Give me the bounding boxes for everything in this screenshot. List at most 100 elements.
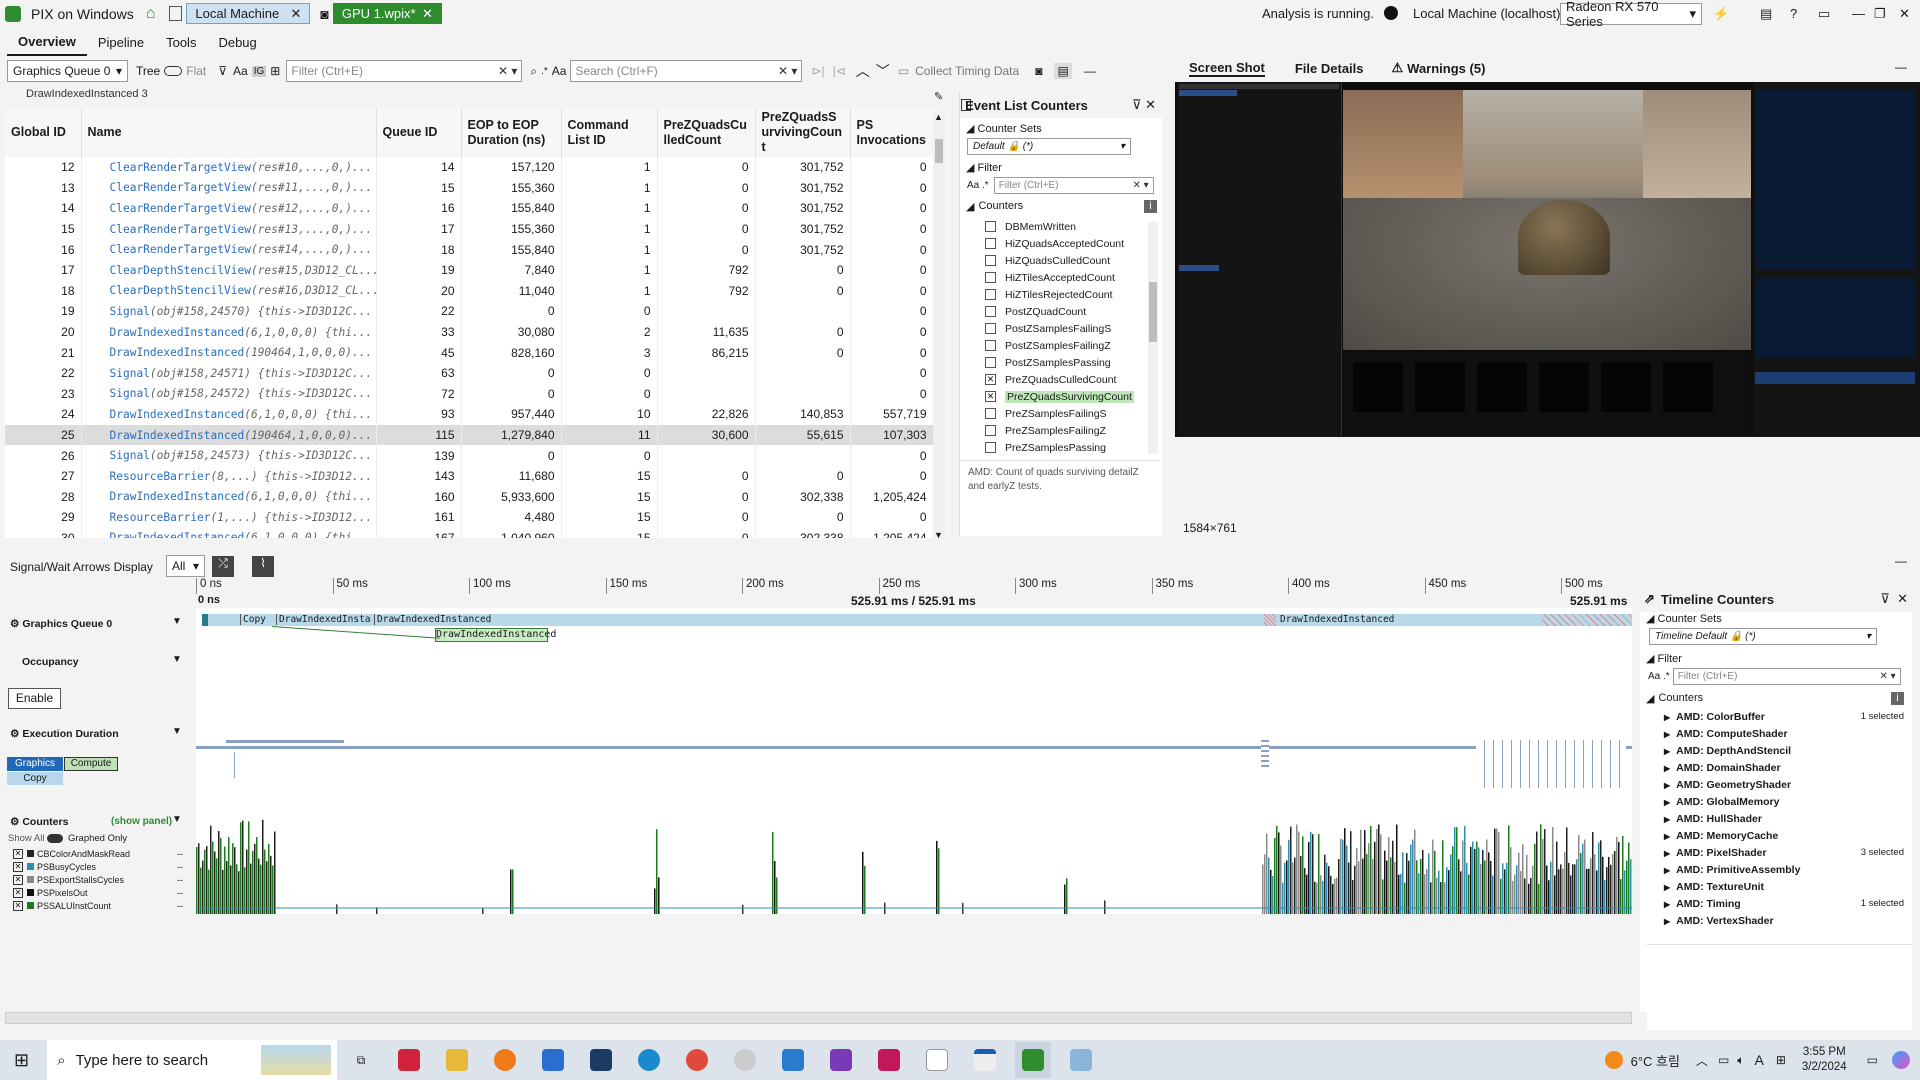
taskbar-app-explorer[interactable] xyxy=(439,1042,475,1078)
counter-sets-section[interactable]: ◢ Counter Sets xyxy=(960,122,1162,135)
close-window-icon[interactable]: ✕ xyxy=(1899,6,1910,22)
minimize-panel-icon[interactable]: — xyxy=(1895,554,1907,568)
counter-item[interactable]: PostZSamplesPassing xyxy=(960,354,1162,371)
legend-checkbox[interactable]: ✕ xyxy=(13,887,23,898)
counter-checkbox[interactable] xyxy=(985,425,996,436)
counter-group[interactable]: ▶ AMD: DepthAndStencil xyxy=(1640,742,1912,759)
arrows-select[interactable]: All ▾ xyxy=(166,555,205,577)
counter-checkbox[interactable]: ✕ xyxy=(985,374,996,385)
home-icon[interactable]: ⌂ xyxy=(146,5,156,23)
time-ruler[interactable]: 0 ns 50 ms 100 ms 150 ms 200 ms 250 ms 300 ms 3… xyxy=(196,578,1632,608)
arrows-toggle-icon[interactable]: ⤮ xyxy=(212,556,234,577)
counter-group[interactable]: ▶ AMD: TextureUnit xyxy=(1640,878,1912,895)
queue-select[interactable]: Graphics Queue 0 ▾ xyxy=(7,60,128,82)
expand-icon[interactable]: ▶ xyxy=(1664,917,1670,926)
bar-label-draw3[interactable]: DrawIndexedInstanced xyxy=(1278,614,1396,625)
counter-group[interactable]: ▶ AMD: HullShader xyxy=(1640,810,1912,827)
scroll-thumb[interactable] xyxy=(1149,282,1157,342)
tab-screenshot[interactable]: Screen Shot xyxy=(1189,60,1265,77)
col-command-list[interactable]: Command List ID xyxy=(561,108,658,157)
legend-checkbox[interactable]: ✕ xyxy=(13,900,23,911)
expand-icon[interactable]: ▶ xyxy=(1664,781,1670,790)
menu-pipeline[interactable]: Pipeline xyxy=(87,28,155,56)
ime-mode-icon[interactable]: ⊞ xyxy=(1776,1053,1786,1067)
table-row[interactable]: 14 ClearRenderTargetView(res#12,...,0,)..… xyxy=(5,198,933,219)
counter-sets-section[interactable]: ◢ Counter Sets xyxy=(1640,612,1912,625)
counters-row-label[interactable]: ⚙ Counters xyxy=(10,816,68,828)
table-row[interactable]: 28 DrawIndexedInstanced(6,1,0,0,0) {thi..… xyxy=(5,486,933,508)
table-row[interactable]: 25 DrawIndexedInstanced(190464,1,0,0,0)..… xyxy=(5,424,933,446)
table-row[interactable]: 24 DrawIndexedInstanced(6,1,0,0,0) {thi..… xyxy=(5,404,933,425)
taskbar-app-clock[interactable] xyxy=(727,1042,763,1078)
chevron-down-icon[interactable]: ▼ xyxy=(172,654,182,665)
counter-legend-item[interactable]: ✕ PSSALUInstCount -- xyxy=(13,899,183,912)
queue-row-label[interactable]: ⚙ Graphics Queue 0 xyxy=(10,618,112,630)
camera-icon[interactable]: ◙ xyxy=(320,6,328,22)
counter-item[interactable]: PreZSamplesFailingZ xyxy=(960,422,1162,439)
counter-checkbox[interactable] xyxy=(985,238,996,249)
clear-icon[interactable]: ✕ ▾ xyxy=(1880,671,1896,682)
table-row[interactable]: 26 Signal(obj#158,24573) {this->ID3D12C..… xyxy=(5,445,933,466)
expand-icon[interactable]: ▶ xyxy=(1664,798,1670,807)
maximize-icon[interactable]: ❐ xyxy=(1874,6,1886,22)
menu-debug[interactable]: Debug xyxy=(207,28,267,56)
regex-icon[interactable]: .* xyxy=(541,66,548,77)
counter-item[interactable]: PostZSamplesFailingZ xyxy=(960,337,1162,354)
expand-icon[interactable]: ▶ xyxy=(1664,849,1670,858)
graphics-chip[interactable]: Graphics xyxy=(7,757,63,771)
ime-indicator[interactable]: A xyxy=(1754,1052,1763,1068)
counter-legend-item[interactable]: ✕ PSExportStallsCycles -- xyxy=(13,873,183,886)
taskbar-app-other[interactable] xyxy=(1063,1042,1099,1078)
legend-checkbox[interactable]: ✕ xyxy=(13,848,23,859)
menu-tools[interactable]: Tools xyxy=(155,28,207,56)
expand-icon[interactable]: ▶ xyxy=(1664,713,1670,722)
search-input[interactable]: Search (Ctrl+F) ✕ ▾ xyxy=(570,60,803,82)
camera-icon[interactable]: ◙ xyxy=(1035,64,1042,78)
counter-group[interactable]: ▶ AMD: ComputeShader xyxy=(1640,725,1912,742)
tray-chevron-icon[interactable]: ︿ xyxy=(1696,1052,1708,1069)
taskbar-app-dark[interactable] xyxy=(583,1042,619,1078)
bar-label-draw1[interactable]: DrawIndexedInsta xyxy=(276,614,373,625)
search-case-toggle[interactable]: Aa xyxy=(552,64,567,78)
timeline-lanes[interactable]: Copy DrawIndexedInsta DrawIndexedInstanc… xyxy=(196,608,1632,820)
taskbar-app-vscode[interactable] xyxy=(775,1042,811,1078)
counter-group[interactable]: ▶ AMD: PrimitiveAssembly xyxy=(1640,861,1912,878)
col-queue-id[interactable]: Queue ID xyxy=(376,108,462,157)
col-prez-surviving[interactable]: PreZQuadsSurvivingCount xyxy=(755,108,851,157)
taskbar-app-edge[interactable] xyxy=(631,1042,667,1078)
taskbar-search[interactable]: ⌕ Type here to search xyxy=(47,1040,338,1080)
counter-checkbox[interactable] xyxy=(985,323,996,334)
chevron-down-icon[interactable]: ▼ xyxy=(172,616,182,627)
start-icon[interactable]: ⊞ xyxy=(14,1050,29,1071)
counter-legend-item[interactable]: ✕ PSBusyCycles -- xyxy=(13,860,183,873)
chevron-down-icon[interactable]: ▼ xyxy=(172,814,182,825)
legend-checkbox[interactable]: ✕ xyxy=(13,861,23,872)
counters-section[interactable]: ◢ Counters i xyxy=(960,200,1162,213)
up-icon[interactable]: ︿ xyxy=(856,61,870,81)
info-icon[interactable]: i xyxy=(1891,692,1904,705)
timeline-filter-input[interactable]: Filter (Ctrl+E) ✕ ▾ xyxy=(1672,668,1901,685)
collect-timing-button[interactable]: Collect Timing Data xyxy=(915,64,1019,78)
expand-icon[interactable]: ▶ xyxy=(1664,815,1670,824)
counter-item[interactable]: ✕ PreZQuadsCulledCount xyxy=(960,371,1162,388)
grid-scrollbar[interactable]: ▲ ▼ xyxy=(933,112,945,540)
counter-list-scrollbar[interactable] xyxy=(1148,222,1158,454)
match-case-toggle[interactable]: Aa xyxy=(233,64,248,78)
monitor-icon[interactable]: ▭ xyxy=(898,64,909,78)
counter-item[interactable]: ✕ PreZQuadsSurvivingCount xyxy=(960,388,1162,405)
scroll-up-icon[interactable]: ▲ xyxy=(934,112,943,122)
taskbar-app-pix[interactable] xyxy=(1015,1042,1052,1078)
expand-icon[interactable]: ▶ xyxy=(1664,900,1670,909)
taskbar-app-orange[interactable] xyxy=(487,1042,523,1078)
prev-icon[interactable]: |⊲ xyxy=(833,64,846,78)
bar-label-copy[interactable]: Copy xyxy=(240,614,268,625)
legend-checkbox[interactable]: ✕ xyxy=(13,874,23,885)
tree-flat-toggle[interactable] xyxy=(164,66,183,76)
table-row[interactable]: 23 Signal(obj#158,24572) {this->ID3D12C..… xyxy=(5,383,933,405)
counter-group[interactable]: ▶ AMD: Timing 1 selected xyxy=(1640,895,1912,912)
tab-gpu-capture[interactable]: GPU 1.wpix* ✕ xyxy=(332,3,442,24)
table-row[interactable]: 15 ClearRenderTargetView(res#13,...,0,)..… xyxy=(5,218,933,240)
clear-icon[interactable]: ✕ ▾ xyxy=(778,64,797,78)
filter-icon[interactable]: ⊽ xyxy=(218,64,227,78)
bar-label-draw2[interactable]: DrawIndexedInstanced xyxy=(374,614,493,625)
